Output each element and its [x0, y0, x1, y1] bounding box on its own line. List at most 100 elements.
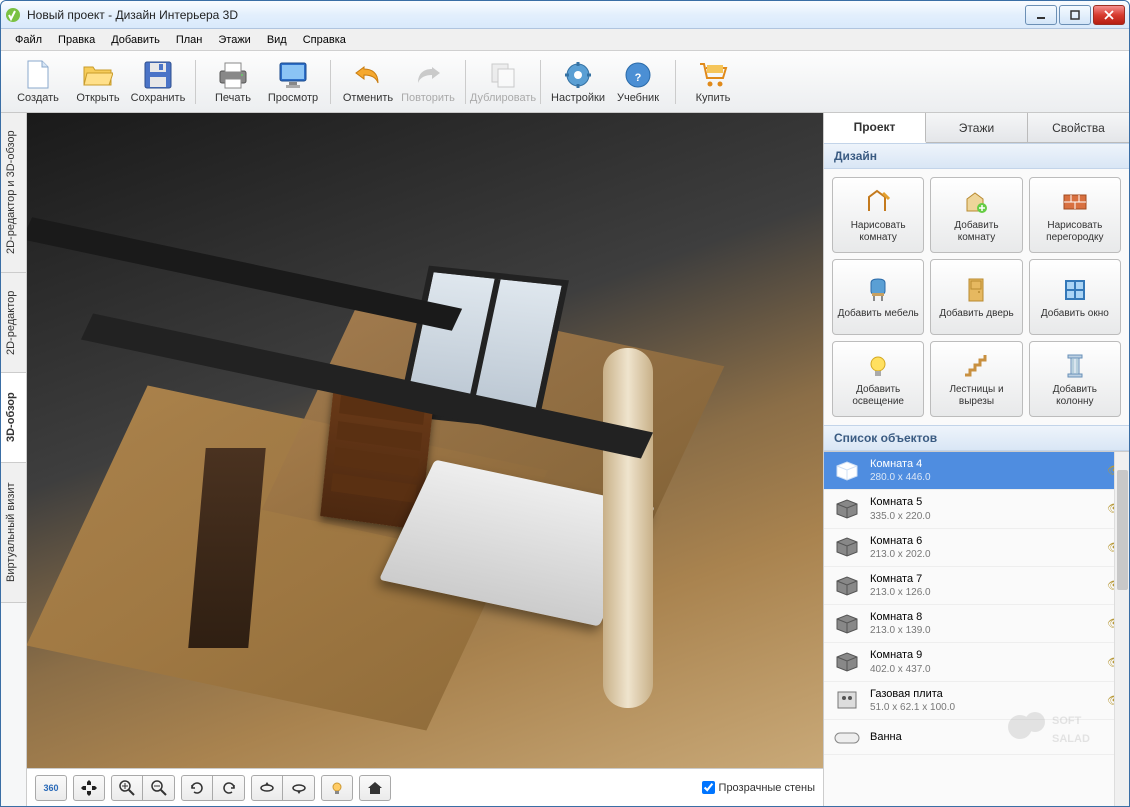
save-button[interactable]: Сохранить: [129, 54, 187, 110]
door-icon: [961, 275, 991, 305]
design-btn-chair[interactable]: Добавить мебель: [832, 259, 924, 335]
object-name: Комната 5: [870, 495, 1099, 509]
design-btn-draw-room[interactable]: Нарисовать комнату: [832, 177, 924, 253]
help-icon: ?: [623, 60, 653, 90]
object-name: Комната 7: [870, 572, 1099, 586]
draw-wall-icon: [1060, 187, 1090, 217]
tab-project[interactable]: Проект: [824, 113, 926, 143]
design-btn-light[interactable]: Добавить освещение: [832, 341, 924, 417]
titlebar: Новый проект - Дизайн Интерьера 3D: [1, 1, 1129, 29]
file-new-icon: [23, 60, 53, 90]
object-list: Комната 4 280.0 x 446.0 👁 Комната 5 335.…: [824, 451, 1129, 806]
settings-button[interactable]: Настройки: [549, 54, 607, 110]
object-list-item[interactable]: Комната 7 213.0 x 126.0 👁: [824, 567, 1129, 605]
object-list-item[interactable]: Комната 6 213.0 x 202.0 👁: [824, 529, 1129, 567]
separator: [195, 60, 196, 104]
viewport: 360 Прозрачные стены: [27, 113, 823, 806]
scrollbar-thumb[interactable]: [1117, 470, 1128, 590]
pan-button[interactable]: [73, 775, 105, 801]
design-btn-window[interactable]: Добавить окно: [1029, 259, 1121, 335]
menu-floors[interactable]: Этажи: [210, 31, 258, 49]
duplicate-button[interactable]: Дублировать: [474, 54, 532, 110]
stairs-icon: [961, 351, 991, 381]
printer-icon: [218, 60, 248, 90]
design-btn-label: Лестницы и вырезы: [935, 384, 1017, 408]
print-button[interactable]: Печать: [204, 54, 262, 110]
open-button[interactable]: Открыть: [69, 54, 127, 110]
zoom-out-button[interactable]: [143, 775, 175, 801]
object-name: Комната 4: [870, 457, 1099, 471]
tab-virtual-visit[interactable]: Виртуальный визит: [1, 463, 26, 603]
zoom-in-button[interactable]: [111, 775, 143, 801]
preview-button[interactable]: Просмотр: [264, 54, 322, 110]
folder-open-icon: [83, 60, 113, 90]
menu-plan[interactable]: План: [168, 31, 211, 49]
menu-edit[interactable]: Правка: [50, 31, 103, 49]
tab-3d-view[interactable]: 3D-обзор: [1, 373, 26, 463]
tab-2d-3d-combo[interactable]: 2D-редактор и 3D-обзор: [1, 113, 26, 273]
buy-button[interactable]: Купить: [684, 54, 742, 110]
design-btn-stairs[interactable]: Лестницы и вырезы: [930, 341, 1022, 417]
svg-text:?: ?: [635, 72, 642, 84]
floppy-disk-icon: [143, 60, 173, 90]
menu-view[interactable]: Вид: [259, 31, 295, 49]
design-btn-label: Добавить колонну: [1034, 384, 1116, 408]
view-360-button[interactable]: 360: [35, 775, 67, 801]
rotate-cw-button[interactable]: [213, 775, 245, 801]
redo-button[interactable]: Повторить: [399, 54, 457, 110]
undo-button[interactable]: Отменить: [339, 54, 397, 110]
object-list-item[interactable]: Газовая плита 51.0 x 62.1 x 100.0 👁: [824, 682, 1129, 720]
tab-properties[interactable]: Свойства: [1028, 113, 1129, 142]
maximize-button[interactable]: [1059, 5, 1091, 25]
object-list-item[interactable]: Комната 9 402.0 x 437.0 👁: [824, 643, 1129, 681]
object-dimensions: 213.0 x 202.0: [870, 548, 1099, 561]
object-dimensions: 335.0 x 220.0: [870, 510, 1099, 523]
design-btn-add-room[interactable]: Добавить комнату: [930, 177, 1022, 253]
tilt-down-button[interactable]: [283, 775, 315, 801]
undo-icon: [353, 60, 383, 90]
menu-file[interactable]: Файл: [7, 31, 50, 49]
object-dimensions: 213.0 x 126.0: [870, 586, 1099, 599]
design-btn-draw-wall[interactable]: Нарисовать перегородку: [1029, 177, 1121, 253]
object-icon: [832, 688, 862, 712]
scrollbar[interactable]: [1114, 452, 1129, 806]
object-icon: [832, 535, 862, 559]
rotate-ccw-button[interactable]: [181, 775, 213, 801]
create-button[interactable]: Создать: [9, 54, 67, 110]
home-view-button[interactable]: [359, 775, 391, 801]
tilt-up-button[interactable]: [251, 775, 283, 801]
object-list-item[interactable]: Ванна: [824, 720, 1129, 755]
object-list-header: Список объектов: [824, 425, 1129, 451]
menu-add[interactable]: Добавить: [103, 31, 168, 49]
transparent-walls-checkbox[interactable]: Прозрачные стены: [702, 781, 815, 794]
3d-scene[interactable]: [27, 113, 823, 768]
redo-icon: [413, 60, 443, 90]
design-btn-label: Добавить комнату: [935, 220, 1017, 244]
separator: [465, 60, 466, 104]
menubar: Файл Правка Добавить План Этажи Вид Спра…: [1, 29, 1129, 51]
design-btn-column[interactable]: Добавить колонну: [1029, 341, 1121, 417]
tutorial-button[interactable]: ? Учебник: [609, 54, 667, 110]
design-btn-door[interactable]: Добавить дверь: [930, 259, 1022, 335]
viewport-toolbar: 360 Прозрачные стены: [27, 768, 823, 806]
object-list-item[interactable]: Комната 8 213.0 x 139.0 👁: [824, 605, 1129, 643]
gear-icon: [563, 60, 593, 90]
object-icon: [832, 497, 862, 521]
tab-floors[interactable]: Этажи: [926, 113, 1028, 142]
window-title: Новый проект - Дизайн Интерьера 3D: [27, 8, 1023, 22]
panel-tabs: Проект Этажи Свойства: [824, 113, 1129, 143]
tab-2d-editor[interactable]: 2D-редактор: [1, 273, 26, 373]
monitor-icon: [278, 60, 308, 90]
minimize-button[interactable]: [1025, 5, 1057, 25]
menu-help[interactable]: Справка: [295, 31, 354, 49]
light-toggle-button[interactable]: [321, 775, 353, 801]
object-list-item[interactable]: Комната 4 280.0 x 446.0 👁: [824, 452, 1129, 490]
cart-icon: [698, 60, 728, 90]
object-list-item[interactable]: Комната 5 335.0 x 220.0 👁: [824, 490, 1129, 528]
design-btn-label: Нарисовать перегородку: [1034, 220, 1116, 244]
object-dimensions: 280.0 x 446.0: [870, 471, 1099, 484]
object-name: Ванна: [870, 730, 1099, 744]
duplicate-icon: [488, 60, 518, 90]
design-grid: Нарисовать комнату Добавить комнату Нарисо…: [824, 169, 1129, 425]
close-button[interactable]: [1093, 5, 1125, 25]
